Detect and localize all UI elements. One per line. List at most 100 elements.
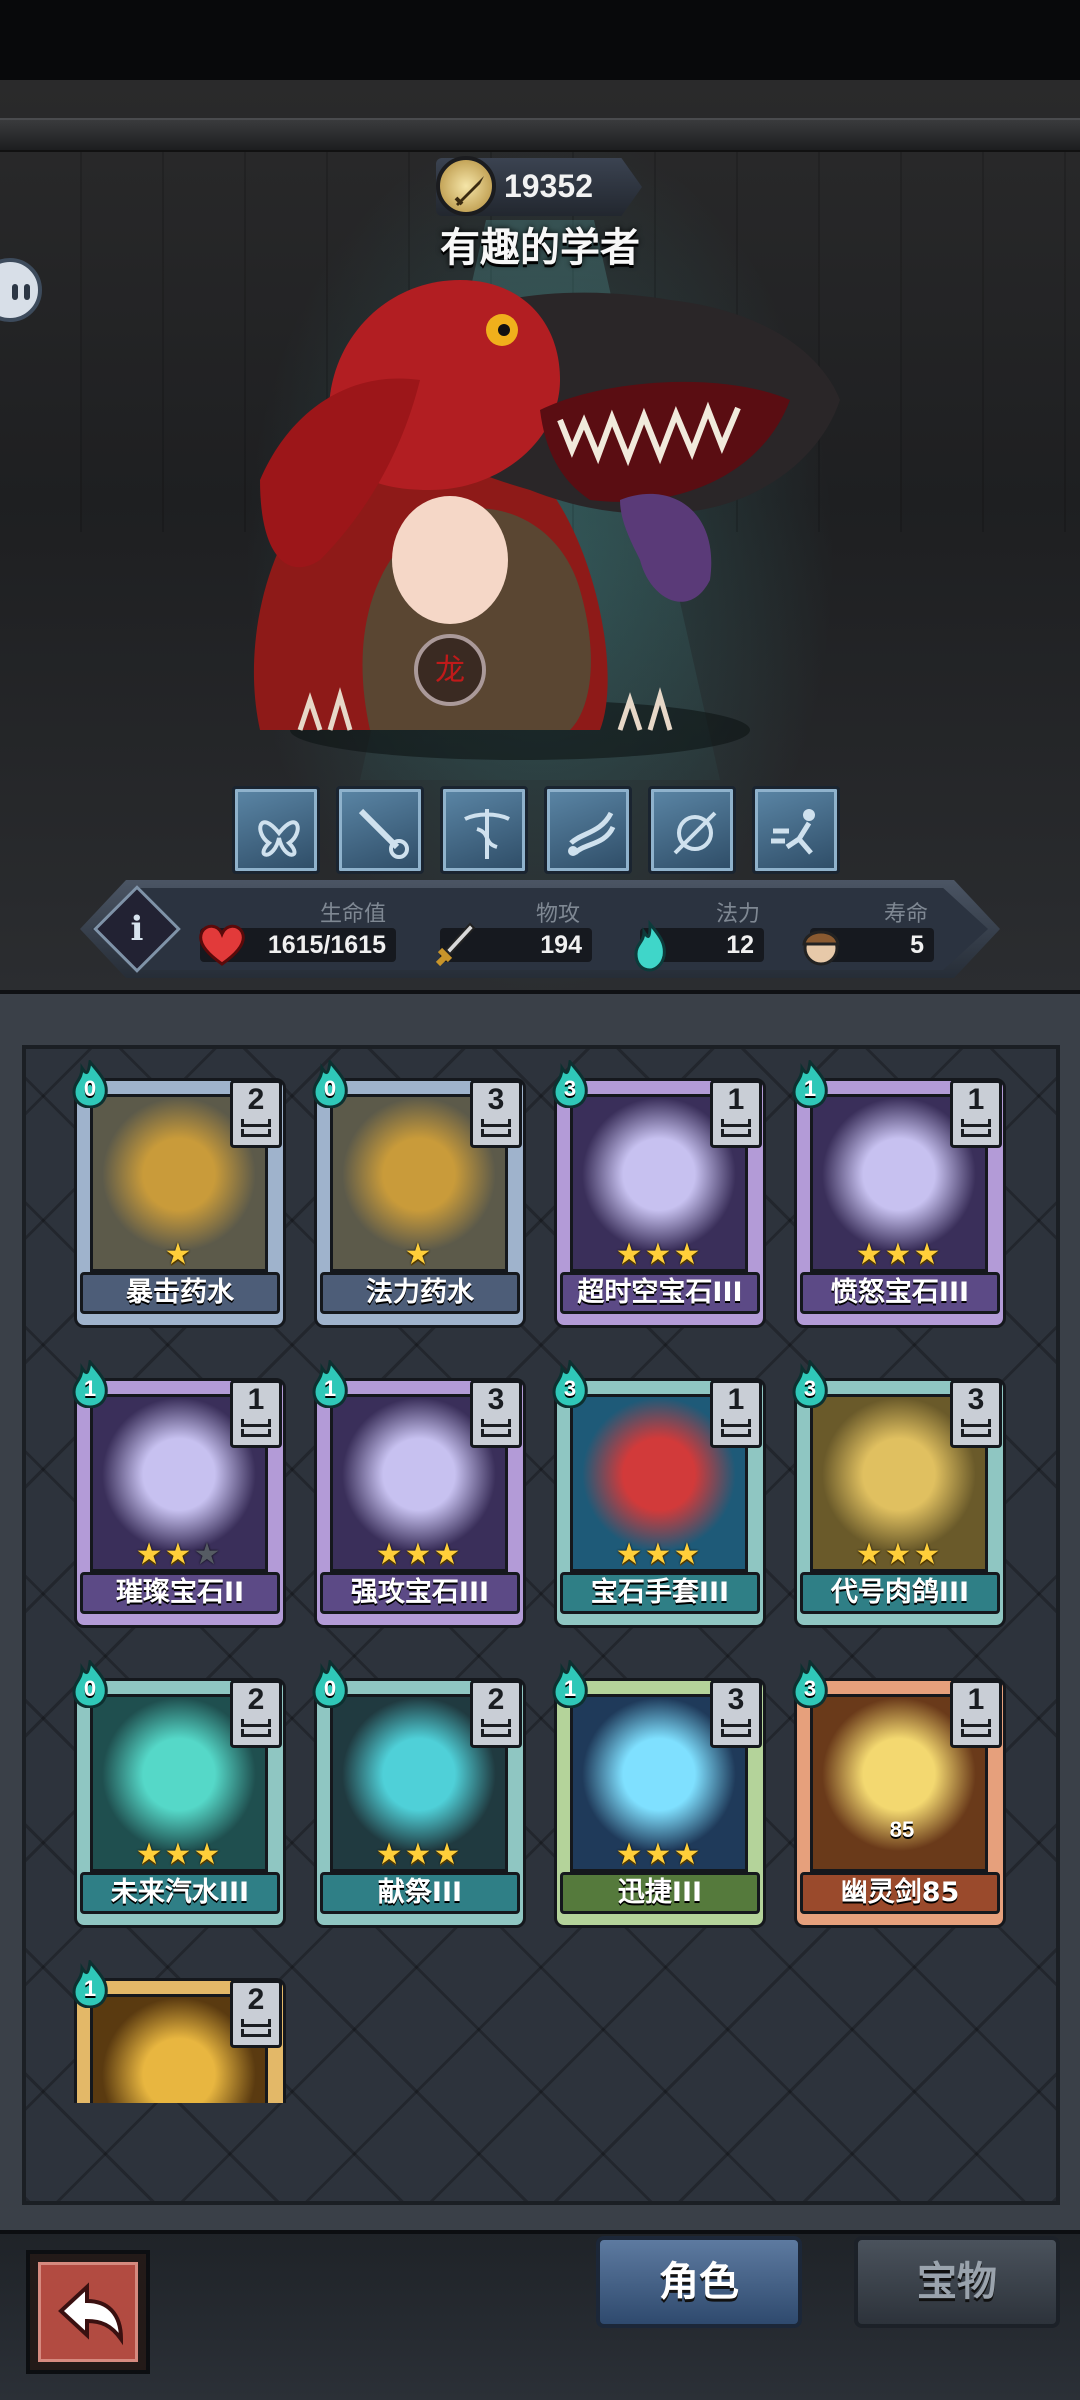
layers-icon	[241, 1419, 271, 1427]
item-name: 超时空宝石III	[560, 1272, 760, 1314]
stack-count: 3	[487, 1083, 505, 1116]
star-filled-icon: ★	[164, 1237, 194, 1272]
item-name: 未来汽水III	[80, 1872, 280, 1914]
skill-slot[interactable]	[544, 786, 632, 874]
star-filled-icon: ★	[644, 1837, 674, 1872]
mana-flame-icon	[634, 920, 666, 972]
star-filled-icon: ★	[433, 1537, 463, 1572]
mana-cost: 1	[70, 1960, 110, 2008]
star-filled-icon: ★	[404, 1237, 434, 1272]
layers-icon	[721, 1729, 751, 1737]
stack-count: 2	[247, 1983, 265, 2016]
mana-cost-value: 1	[563, 1676, 577, 1701]
star-filled-icon: ★	[884, 1237, 914, 1272]
stat-hp: 生命值 1615/1615	[196, 896, 404, 966]
layers-icon	[721, 1429, 751, 1437]
stat-attack: 物攻 194	[430, 896, 600, 967]
skill-row	[232, 786, 848, 876]
star-filled-icon: ★	[164, 1537, 194, 1572]
star-rating: ★★★	[330, 1838, 508, 1872]
skill-slot[interactable]	[440, 786, 528, 874]
stack-count-badge: 2	[230, 1080, 282, 1148]
star-filled-icon: ★	[644, 1237, 674, 1272]
stack-count-badge: 3	[470, 1080, 522, 1148]
layers-icon	[241, 1119, 271, 1127]
skill-slot[interactable]	[336, 786, 424, 874]
star-filled-icon: ★	[644, 1537, 674, 1572]
mana-cost-value: 0	[83, 1676, 97, 1701]
stack-count-badge: 1	[710, 1380, 762, 1448]
item-name: 璀璨宝石II	[80, 1572, 280, 1614]
info-icon: i	[130, 909, 144, 949]
mana-cost-value: 0	[323, 1076, 337, 1101]
item-card[interactable]: ★★★ 强攻宝石III 3 1	[310, 1360, 526, 1630]
star-filled-icon: ★	[884, 1537, 914, 1572]
star-filled-icon: ★	[433, 1837, 463, 1872]
item-card[interactable]: ★★★ 未来汽水III 2 0	[70, 1660, 286, 1930]
item-card[interactable]: ★ 法力药水 3 0	[310, 1060, 526, 1330]
item-card[interactable]: ★★★ 宝石手套III 1 3	[550, 1360, 766, 1630]
layers-icon	[481, 1729, 511, 1737]
stack-count: 3	[487, 1383, 505, 1416]
mana-cost: 0	[310, 1060, 350, 1108]
stack-count-badge: 1	[230, 1380, 282, 1448]
star-rating: ★★★	[810, 1238, 988, 1272]
back-button[interactable]	[26, 2250, 150, 2374]
background-rail	[0, 118, 1080, 152]
tab-role[interactable]: 角色	[596, 2236, 802, 2328]
mana-cost: 0	[310, 1660, 350, 1708]
mana-cost: 1	[310, 1360, 350, 1408]
mana-cost-value: 0	[323, 1676, 337, 1701]
mana-cost: 1	[790, 1060, 830, 1108]
stack-count: 2	[247, 1683, 265, 1716]
star-rating: ★★★	[330, 1538, 508, 1572]
star-filled-icon: ★	[404, 1837, 434, 1872]
item-card[interactable]: ★★★无限攻击III21	[70, 1960, 286, 2103]
star-filled-icon: ★	[375, 1837, 405, 1872]
star-filled-icon: ★	[615, 1537, 645, 1572]
star-filled-icon: ★	[615, 1237, 645, 1272]
dash-icon	[771, 809, 815, 855]
skill-slot[interactable]	[752, 786, 840, 874]
layers-icon	[721, 1129, 751, 1137]
item-level: 85	[889, 1817, 915, 1842]
item-card[interactable]: ★★★ 愤怒宝石III 1 1	[790, 1060, 1006, 1330]
item-card[interactable]: ★★★ 献祭III 2 0	[310, 1660, 526, 1930]
mana-cost: 3	[790, 1360, 830, 1408]
item-card[interactable]: 85 幽灵剑85 1 3	[790, 1660, 1006, 1930]
dragon-character-image: 龙	[253, 280, 840, 760]
item-card[interactable]: ★★★ 迅捷III 3 1	[550, 1660, 766, 1930]
item-card[interactable]: ★★★ 代号肉鸽III 3 3	[790, 1360, 1006, 1630]
item-name: 献祭III	[320, 1872, 520, 1914]
stat-mana: 法力 12	[630, 896, 770, 972]
layers-icon	[481, 1719, 511, 1727]
layers-icon	[721, 1719, 751, 1727]
character-head-icon	[802, 930, 840, 966]
mana-cost: 1	[70, 1360, 110, 1408]
layers-icon	[961, 1119, 991, 1127]
stack-count: 2	[487, 1683, 505, 1716]
layers-icon	[241, 1719, 271, 1727]
skill-slot[interactable]	[232, 786, 320, 874]
mana-cost-value: 0	[83, 1076, 97, 1101]
item-card[interactable]: ★★★ 超时空宝石III 1 3	[550, 1060, 766, 1330]
layers-icon	[961, 1719, 991, 1727]
star-filled-icon: ★	[193, 1837, 223, 1872]
sword-icon	[435, 922, 476, 967]
stack-count-badge: 3	[710, 1680, 762, 1748]
item-card[interactable]: ★★★ 璀璨宝石II 1 1	[70, 1360, 286, 1630]
svg-text:龙: 龙	[435, 653, 465, 688]
skill-slot[interactable]	[648, 786, 736, 874]
tab-treasure[interactable]: 宝物	[854, 2236, 1060, 2328]
star-filled-icon: ★	[404, 1537, 434, 1572]
power-value: 19352	[504, 168, 593, 204]
star-filled-icon: ★	[375, 1537, 405, 1572]
layers-icon	[721, 1419, 751, 1427]
layers-icon	[241, 1129, 271, 1137]
item-card[interactable]: ★ 暴击药水 2 0	[70, 1060, 286, 1330]
mana-cost-value: 1	[803, 1076, 817, 1101]
flute-icon	[358, 808, 409, 859]
whirlwind-icon	[568, 811, 616, 856]
back-arrow-icon	[58, 2282, 124, 2346]
mana-cost: 1	[550, 1660, 590, 1708]
